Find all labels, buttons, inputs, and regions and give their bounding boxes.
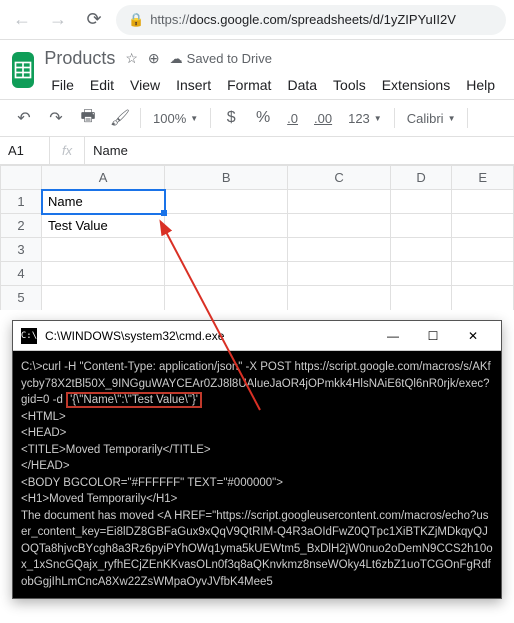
cell-E4[interactable] xyxy=(452,262,514,286)
cell-C3[interactable] xyxy=(288,238,391,262)
col-header-D[interactable]: D xyxy=(390,166,452,190)
cell-C5[interactable] xyxy=(288,286,391,310)
toolbar: ↶ ↷ 🖶 🖌 100%▼ $ % .0 .00 123▼ Calibri▼ xyxy=(0,100,514,137)
url-bar[interactable]: 🔒 https://docs.google.com/spreadsheets/d… xyxy=(116,5,506,35)
cell-A1[interactable]: Name xyxy=(42,190,165,214)
save-status[interactable]: ☁ Saved to Drive xyxy=(170,51,272,67)
url-prefix: https:// xyxy=(150,12,189,27)
cell-E2[interactable] xyxy=(452,214,514,238)
cloud-icon: ☁ xyxy=(170,51,183,67)
doc-title[interactable]: Products xyxy=(44,48,115,69)
zoom-dropdown[interactable]: 100%▼ xyxy=(149,111,202,126)
back-button[interactable]: ← xyxy=(8,6,36,34)
cell-B2[interactable] xyxy=(165,214,288,238)
cell-D1[interactable] xyxy=(390,190,452,214)
undo-button[interactable]: ↶ xyxy=(12,106,36,130)
cell-D2[interactable] xyxy=(390,214,452,238)
menu-format[interactable]: Format xyxy=(220,73,278,97)
star-icon[interactable]: ☆ xyxy=(125,50,138,67)
percent-button[interactable]: % xyxy=(251,106,275,130)
menu-extensions[interactable]: Extensions xyxy=(375,73,457,97)
row-header-5[interactable]: 5 xyxy=(1,286,42,310)
cell-D4[interactable] xyxy=(390,262,452,286)
cell-C1[interactable] xyxy=(288,190,391,214)
increase-decimal-button[interactable]: .00 xyxy=(310,111,336,126)
formula-input[interactable]: Name xyxy=(85,143,514,158)
col-header-C[interactable]: C xyxy=(288,166,391,190)
cell-B4[interactable] xyxy=(165,262,288,286)
browser-toolbar: ← → ⟳ 🔒 https://docs.google.com/spreadsh… xyxy=(0,0,514,40)
cmd-title: C:\WINDOWS\system32\cmd.exe xyxy=(45,329,373,343)
fx-label: fx xyxy=(50,137,85,164)
cell-D5[interactable] xyxy=(390,286,452,310)
col-header-E[interactable]: E xyxy=(452,166,514,190)
cmd-titlebar[interactable]: C:\ C:\WINDOWS\system32\cmd.exe — ☐ ✕ xyxy=(13,321,501,351)
decrease-decimal-button[interactable]: .0 xyxy=(283,111,302,126)
number-format-dropdown[interactable]: 123▼ xyxy=(344,111,386,126)
lock-icon: 🔒 xyxy=(128,12,144,28)
reload-button[interactable]: ⟳ xyxy=(80,6,108,34)
cmd-output[interactable]: C:\>curl -H "Content-Type: application/j… xyxy=(13,351,501,598)
row-header-4[interactable]: 4 xyxy=(1,262,42,286)
spreadsheet-grid[interactable]: A B C D E 1 Name 2 Test Value 3 4 xyxy=(0,165,514,310)
cell-B5[interactable] xyxy=(165,286,288,310)
paint-format-button[interactable]: 🖌 xyxy=(108,106,132,130)
cell-E3[interactable] xyxy=(452,238,514,262)
formula-bar: A1 fx Name xyxy=(0,137,514,165)
cell-A3[interactable] xyxy=(42,238,165,262)
cell-A2[interactable]: Test Value xyxy=(42,214,165,238)
menu-bar: File Edit View Insert Format Data Tools … xyxy=(44,73,502,97)
row-header-1[interactable]: 1 xyxy=(1,190,42,214)
move-icon[interactable]: ⊕ xyxy=(148,50,160,67)
cell-C2[interactable] xyxy=(288,214,391,238)
name-box[interactable]: A1 xyxy=(0,137,50,164)
print-button[interactable]: 🖶 xyxy=(76,106,100,130)
cmd-window: C:\ C:\WINDOWS\system32\cmd.exe — ☐ ✕ C:… xyxy=(12,320,502,599)
col-header-B[interactable]: B xyxy=(165,166,288,190)
minimize-button[interactable]: — xyxy=(373,322,413,350)
redo-button[interactable]: ↷ xyxy=(44,106,68,130)
select-all-corner[interactable] xyxy=(1,166,42,190)
cmd-icon: C:\ xyxy=(21,328,37,344)
cell-D3[interactable] xyxy=(390,238,452,262)
row-header-3[interactable]: 3 xyxy=(1,238,42,262)
cell-E5[interactable] xyxy=(452,286,514,310)
menu-edit[interactable]: Edit xyxy=(83,73,121,97)
cell-A4[interactable] xyxy=(42,262,165,286)
currency-button[interactable]: $ xyxy=(219,106,243,130)
menu-file[interactable]: File xyxy=(44,73,81,97)
menu-tools[interactable]: Tools xyxy=(326,73,373,97)
close-button[interactable]: ✕ xyxy=(453,322,493,350)
sheets-logo-icon[interactable] xyxy=(12,52,34,88)
menu-help[interactable]: Help xyxy=(459,73,502,97)
app-header: Products ☆ ⊕ ☁ Saved to Drive File Edit … xyxy=(0,40,514,97)
maximize-button[interactable]: ☐ xyxy=(413,322,453,350)
forward-button[interactable]: → xyxy=(44,6,72,34)
cell-A5[interactable] xyxy=(42,286,165,310)
row-header-2[interactable]: 2 xyxy=(1,214,42,238)
menu-data[interactable]: Data xyxy=(280,73,324,97)
col-header-A[interactable]: A xyxy=(42,166,165,190)
cell-B1[interactable] xyxy=(165,190,288,214)
cell-B3[interactable] xyxy=(165,238,288,262)
cell-C4[interactable] xyxy=(288,262,391,286)
menu-view[interactable]: View xyxy=(123,73,167,97)
url-text: docs.google.com/spreadsheets/d/1yZIPYuII… xyxy=(189,12,456,27)
cell-E1[interactable] xyxy=(452,190,514,214)
cmd-highlighted-payload: '{\"Name\":\"Test Value\"}' xyxy=(66,392,202,408)
menu-insert[interactable]: Insert xyxy=(169,73,218,97)
font-dropdown[interactable]: Calibri▼ xyxy=(403,111,460,126)
